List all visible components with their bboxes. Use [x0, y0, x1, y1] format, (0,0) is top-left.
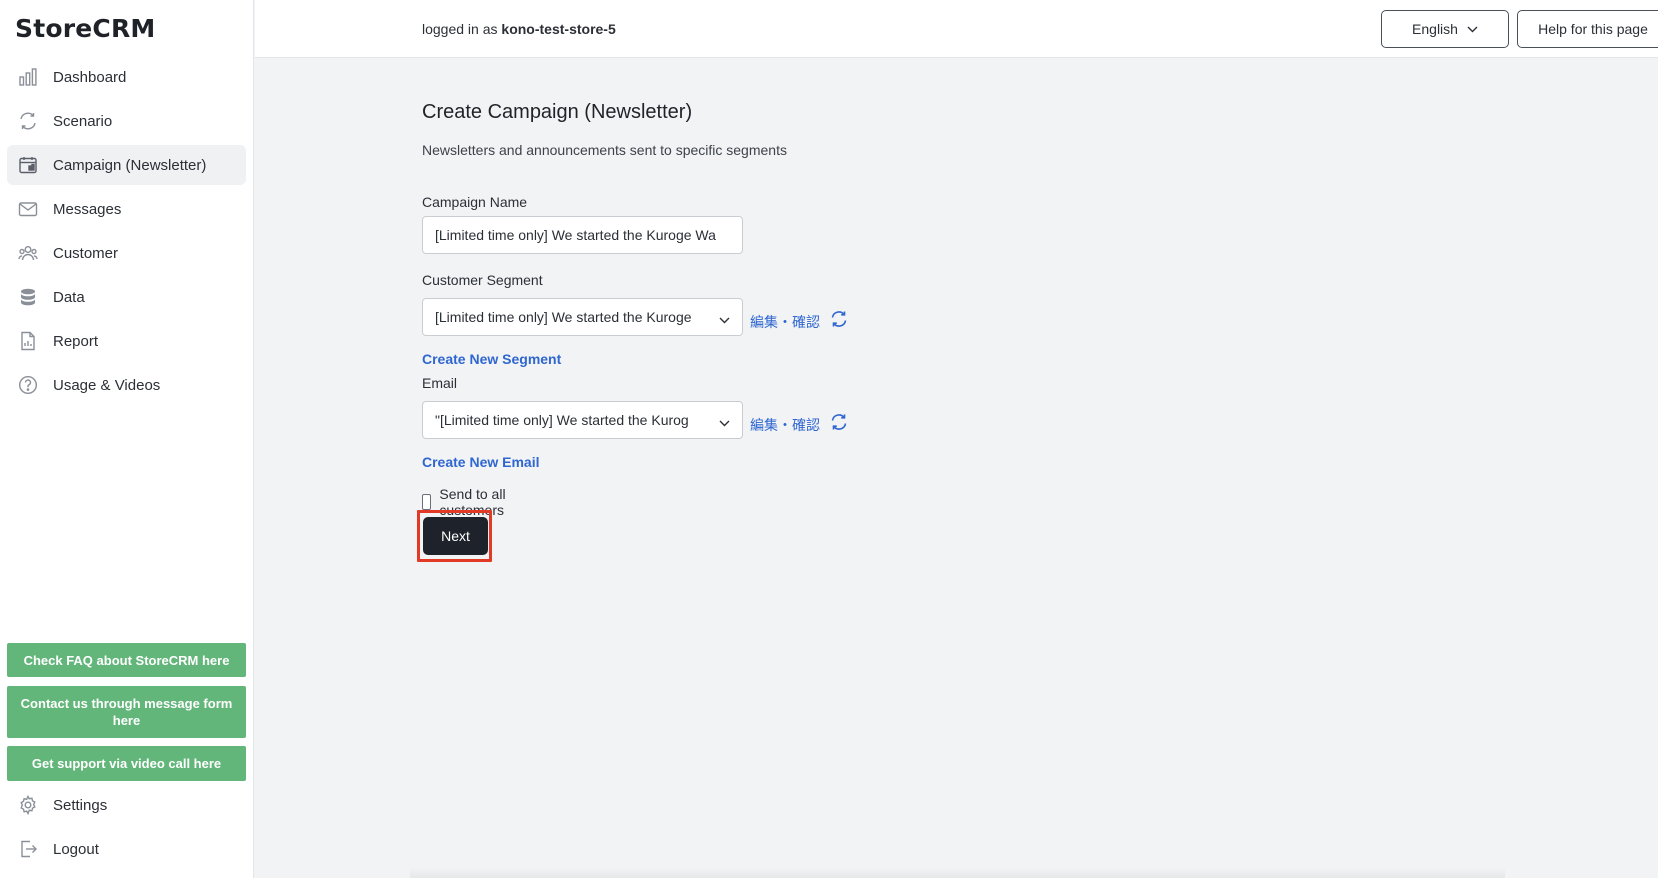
envelope-icon	[17, 198, 39, 220]
sidebar-item-label: Data	[53, 288, 85, 306]
sidebar-item-label: Customer	[53, 244, 119, 262]
chevron-down-icon	[719, 311, 730, 327]
sidebar-item-logout[interactable]: Logout	[7, 829, 246, 869]
gear-icon	[17, 794, 39, 816]
sidebar-item-usage[interactable]: Usage & Videos	[7, 365, 246, 405]
cycle-icon	[17, 110, 39, 132]
bottom-shadow	[410, 868, 1505, 878]
create-email-link[interactable]: Create New Email	[422, 454, 540, 470]
sidebar-item-label: Settings	[53, 796, 108, 814]
segment-select[interactable]: [Limited time only] We started the Kurog…	[422, 298, 743, 336]
sidebar-bottom-nav: Settings Logout	[7, 785, 246, 873]
sidebar-item-label: Scenario	[53, 112, 113, 130]
chevron-down-icon	[1467, 26, 1478, 33]
calendar-icon	[17, 154, 39, 176]
campaign-name-label: Campaign Name	[422, 194, 528, 210]
email-select[interactable]: "[Limited time only] We started the Kuro…	[422, 401, 743, 439]
send-all-checkbox[interactable]	[422, 494, 432, 510]
faq-button[interactable]: Check FAQ about StoreCRM here	[7, 643, 246, 677]
logged-in-status: logged in as kono-test-store-5	[422, 21, 616, 37]
language-select[interactable]: English	[1381, 10, 1509, 48]
contact-form-button[interactable]: Contact us through message form here	[7, 686, 246, 738]
sidebar-item-data[interactable]: Data	[7, 277, 246, 317]
email-selected-value: "[Limited time only] We started the Kuro…	[435, 412, 689, 428]
segment-refresh-icon[interactable]	[830, 310, 848, 333]
users-icon	[17, 242, 39, 264]
top-header: logged in as kono-test-store-5 English H…	[255, 0, 1658, 58]
sidebar-item-label: Dashboard	[53, 68, 127, 86]
campaign-name-input[interactable]: [Limited time only] We started the Kurog…	[422, 216, 743, 254]
question-icon	[17, 374, 39, 396]
segment-label: Customer Segment	[422, 272, 543, 288]
report-icon	[17, 330, 39, 352]
segment-selected-value: [Limited time only] We started the Kurog…	[435, 309, 692, 325]
language-label: English	[1412, 21, 1458, 37]
sidebar-item-label: Usage & Videos	[53, 376, 161, 394]
bar-chart-icon	[17, 66, 39, 88]
sidebar-item-customer[interactable]: Customer	[7, 233, 246, 273]
sidebar-item-dashboard[interactable]: Dashboard	[7, 57, 246, 97]
sidebar-nav: Dashboard Scenario Campaign (Newsletter)…	[7, 57, 246, 409]
logout-icon	[17, 838, 39, 860]
sidebar-item-settings[interactable]: Settings	[7, 785, 246, 825]
create-segment-link[interactable]: Create New Segment	[422, 351, 561, 367]
sidebar-item-label: Logout	[53, 840, 99, 858]
next-button[interactable]: Next	[423, 517, 488, 555]
sidebar-item-messages[interactable]: Messages	[7, 189, 246, 229]
email-label: Email	[422, 375, 458, 391]
email-refresh-icon[interactable]	[830, 413, 848, 436]
page-title: Create Campaign (Newsletter)	[422, 101, 693, 123]
segment-edit-link[interactable]: 編集・確認	[750, 312, 820, 332]
database-icon	[17, 286, 39, 308]
page-description: Newsletters and announcements sent to sp…	[422, 142, 787, 158]
sidebar-item-label: Messages	[53, 200, 122, 218]
app-logo[interactable]: StoreCRM	[15, 14, 156, 43]
sidebar: StoreCRM Dashboard Scenario Campaign (Ne…	[0, 0, 254, 878]
logged-in-prefix: logged in as	[422, 21, 498, 37]
store-name: kono-test-store-5	[501, 21, 616, 37]
help-button[interactable]: Help for this page	[1517, 10, 1658, 48]
sidebar-item-scenario[interactable]: Scenario	[7, 101, 246, 141]
sidebar-item-campaign[interactable]: Campaign (Newsletter)	[7, 145, 246, 185]
sidebar-item-report[interactable]: Report	[7, 321, 246, 361]
sidebar-item-label: Report	[53, 332, 99, 350]
video-call-button[interactable]: Get support via video call here	[7, 746, 246, 781]
chevron-down-icon	[719, 414, 730, 430]
email-edit-link[interactable]: 編集・確認	[750, 415, 820, 435]
sidebar-item-label: Campaign (Newsletter)	[53, 156, 207, 174]
